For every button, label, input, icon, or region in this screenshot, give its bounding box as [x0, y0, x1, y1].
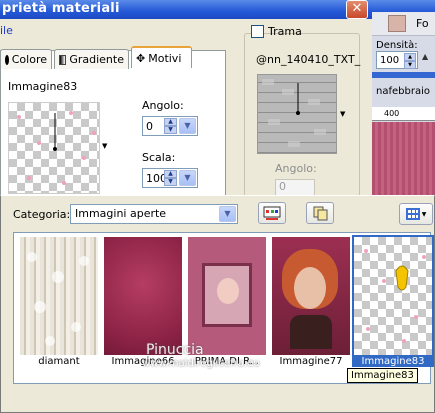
- background-window: Fo Densità: 100 ▲ ▼ ▲ nafebbraio 400: [372, 0, 435, 200]
- texture-preview[interactable]: [257, 74, 337, 154]
- background-titlebar: [372, 0, 435, 12]
- menu-file[interactable]: ile: [0, 24, 20, 38]
- category-select[interactable]: Immagini aperte ▼: [70, 204, 238, 224]
- framed-portrait: [202, 263, 252, 327]
- texture-dropdown-icon[interactable]: ▼: [340, 110, 345, 118]
- close-icon: ✕: [351, 1, 363, 16]
- angle-spinner[interactable]: ▲ ▼: [164, 118, 177, 134]
- thumbnail-immagine66[interactable]: [104, 237, 182, 355]
- category-value: Immagini aperte: [75, 207, 167, 220]
- hand-cursor-icon: [395, 265, 409, 291]
- chevron-down-icon: ▼: [421, 210, 427, 218]
- portrait-body: [290, 315, 332, 349]
- portrait-face: [294, 267, 326, 309]
- texture-checkbox[interactable]: [251, 25, 264, 38]
- density-spinner[interactable]: ▲ ▼: [404, 53, 416, 69]
- pattern-dropdown-icon[interactable]: ▼: [102, 142, 107, 150]
- thumbnail-label-selected: Immagine83: [352, 356, 434, 367]
- window-title: prietà materiali: [2, 1, 120, 16]
- copy-button[interactable]: [306, 202, 334, 224]
- tab-gradiente[interactable]: Gradiente: [54, 49, 129, 69]
- scale-spinner[interactable]: ▲ ▼: [164, 170, 177, 186]
- background-toolbar: Fo: [372, 12, 435, 36]
- color-palette-button[interactable]: [258, 202, 286, 224]
- category-label: Categoria:: [13, 208, 71, 221]
- texture-angle-label: Angolo:: [275, 162, 317, 175]
- pattern-preview[interactable]: [8, 102, 100, 194]
- radio-filled-icon: [5, 54, 9, 65]
- tab-motivi[interactable]: ✥ Motivi: [131, 46, 192, 68]
- thumbnail-diamant[interactable]: [20, 237, 98, 355]
- angle-field[interactable]: 0 ▲ ▼ ▼: [142, 116, 198, 136]
- pattern-icon: ✥: [136, 51, 146, 65]
- file-label: nafebbraio: [376, 86, 430, 97]
- angle-value: 0: [146, 119, 153, 133]
- view-button[interactable]: ▼: [399, 203, 433, 225]
- portrait-face: [217, 278, 239, 304]
- pattern-dots: [17, 111, 96, 185]
- selected-pattern-dots: [364, 249, 426, 343]
- density-label: Densità:: [376, 40, 418, 51]
- thumbnail-immagine83[interactable]: [352, 235, 434, 357]
- tooltip: Immagine83: [347, 368, 418, 383]
- copy-icon: [313, 206, 328, 221]
- density-field[interactable]: 100 ▲ ▼: [376, 51, 418, 69]
- texture-pattern: [262, 79, 326, 147]
- tab-label: Colore: [11, 53, 47, 66]
- watermark-url: www.maidireglicefra.eu: [142, 358, 260, 369]
- canvas-preview: [372, 122, 435, 200]
- tab-label: Gradiente: [69, 53, 124, 66]
- tab-colore[interactable]: Colore: [0, 49, 52, 69]
- thumbnail-prima[interactable]: [188, 237, 266, 355]
- chevron-down-icon[interactable]: ▼: [219, 206, 236, 222]
- palette-icon: [263, 206, 281, 220]
- thumbnail-label: diamant: [38, 356, 80, 367]
- top-label: Fo: [416, 17, 429, 30]
- lace-pattern: [27, 252, 89, 346]
- chevron-down-icon[interactable]: ▼: [179, 170, 196, 186]
- close-button[interactable]: ✕: [346, 0, 368, 19]
- texture-name: @nn_140410_TXT_: [256, 53, 361, 66]
- photo-icon[interactable]: [388, 15, 406, 32]
- selection-bar: [372, 72, 435, 78]
- gradient-icon: [59, 54, 67, 65]
- angle-label: Angolo:: [142, 99, 184, 112]
- density-arrow-icon[interactable]: ▲: [422, 52, 432, 68]
- grid-view-icon: [405, 208, 420, 220]
- scale-label: Scala:: [142, 151, 176, 164]
- ruler: 400: [372, 107, 435, 121]
- chevron-down-icon[interactable]: ▼: [179, 118, 196, 134]
- pattern-name: Immagine83: [8, 80, 78, 93]
- watermark: Pinuccia: [146, 342, 204, 358]
- thumbnail-label: Immagine77: [279, 356, 343, 367]
- texture-checkbox-label: Trama: [268, 25, 302, 38]
- title-bar: prietà materiali: [0, 0, 372, 19]
- scale-field[interactable]: 100 ▲ ▼ ▼: [142, 168, 198, 188]
- thumbnail-immagine77[interactable]: [272, 237, 350, 355]
- tab-label: Motivi: [148, 51, 182, 65]
